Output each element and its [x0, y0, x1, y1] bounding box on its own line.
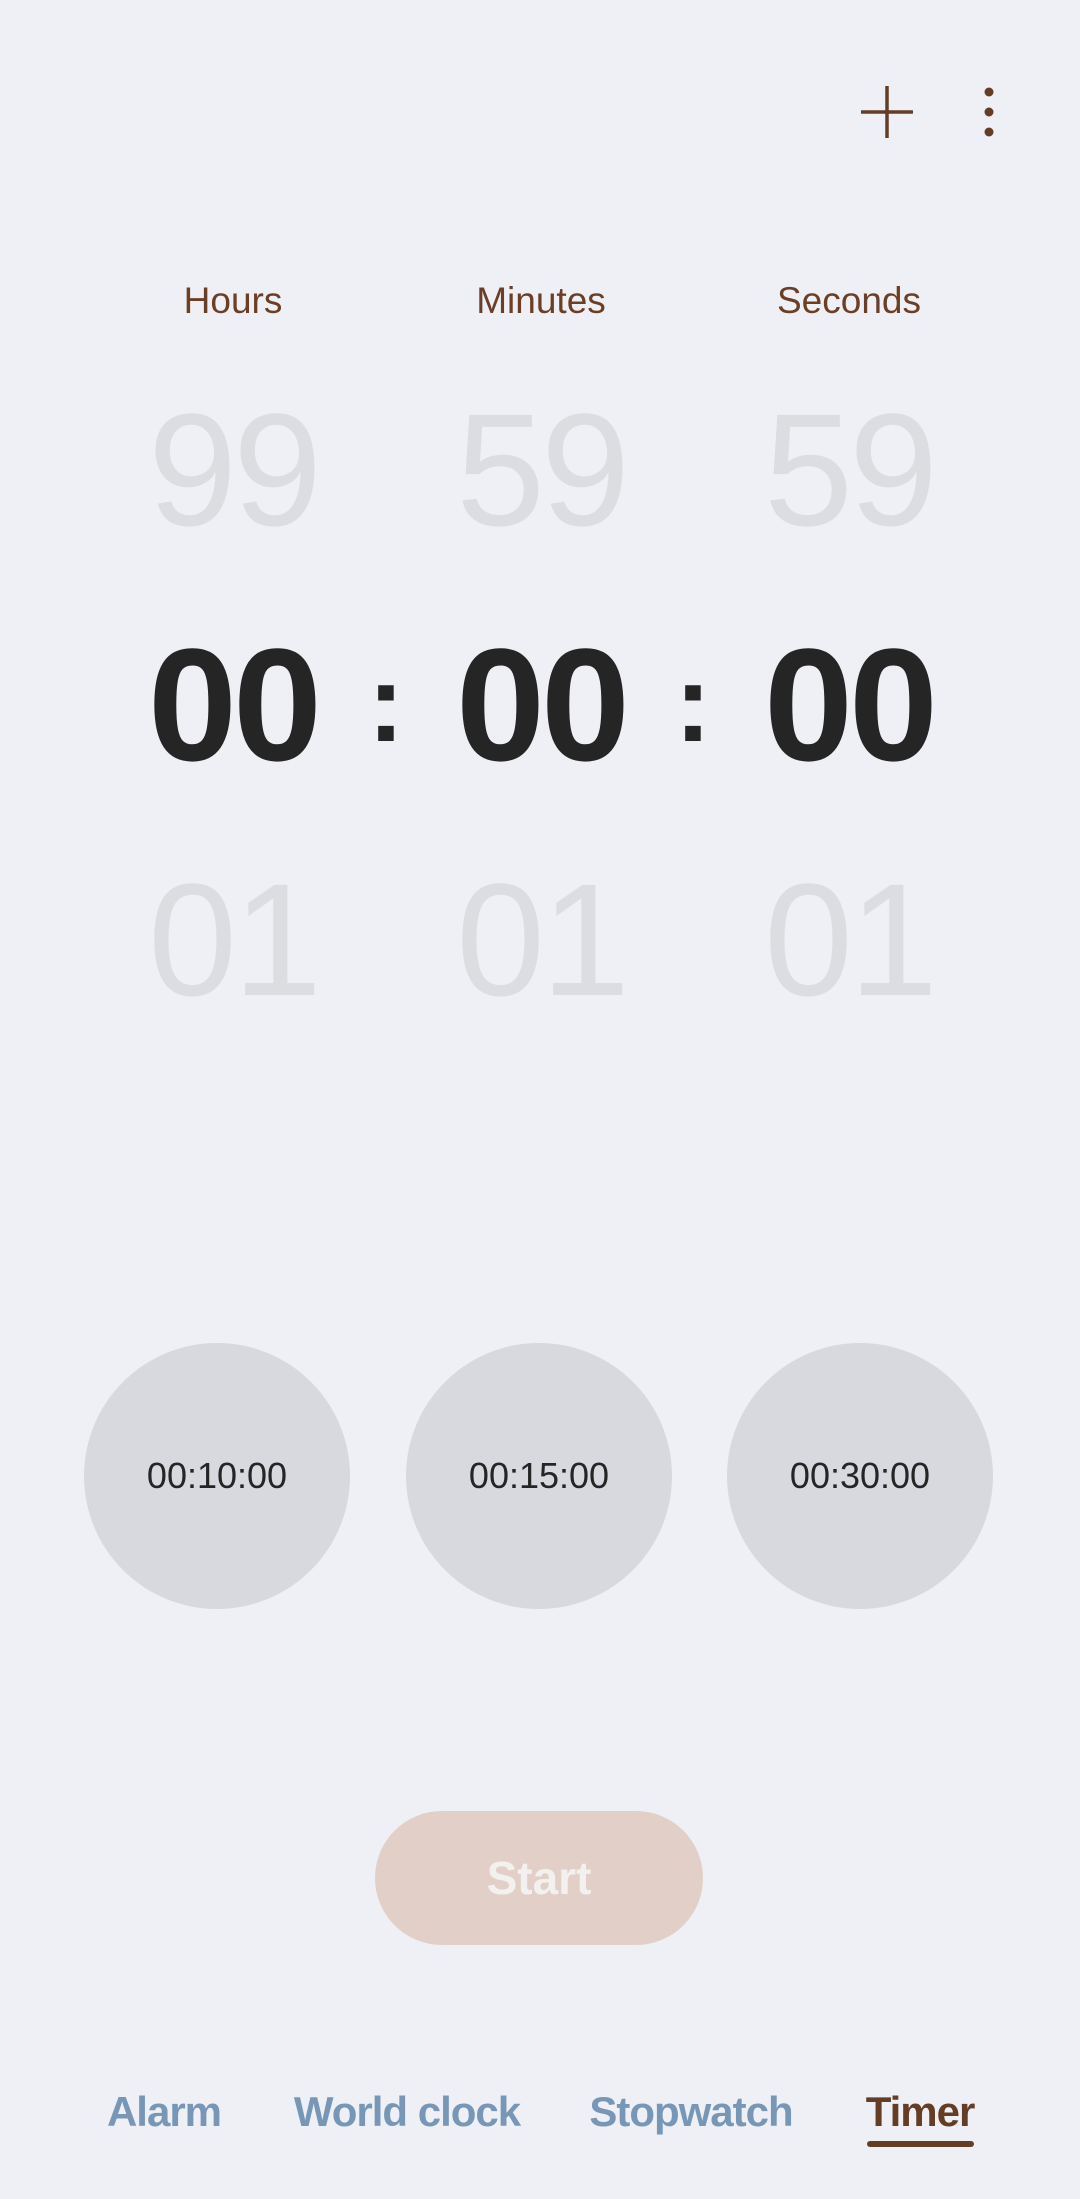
- hours-label: Hours: [183, 280, 283, 321]
- tab-world-clock[interactable]: World clock: [294, 2088, 521, 2136]
- minutes-label: Minutes: [476, 280, 606, 321]
- preset-timer-button[interactable]: 00:15:00: [406, 1343, 672, 1609]
- separator: :: [674, 642, 712, 765]
- start-button[interactable]: Start: [375, 1811, 703, 1945]
- seconds-previous[interactable]: 59: [739, 390, 959, 550]
- seconds-label: Seconds: [777, 280, 921, 321]
- minutes-previous[interactable]: 59: [431, 390, 651, 550]
- hours-previous[interactable]: 99: [123, 390, 343, 550]
- minutes-next[interactable]: 01: [431, 860, 651, 1020]
- more-vertical-icon: [984, 87, 994, 137]
- tab-alarm[interactable]: Alarm: [107, 2088, 222, 2136]
- minutes-picker[interactable]: 00: [431, 625, 651, 785]
- plus-icon: [861, 86, 913, 138]
- more-options-button[interactable]: [949, 72, 1029, 152]
- preset-timer-button[interactable]: 00:30:00: [727, 1343, 993, 1609]
- tab-timer[interactable]: Timer: [866, 2088, 976, 2136]
- add-preset-button[interactable]: [847, 72, 927, 152]
- hours-picker[interactable]: 00: [123, 625, 343, 785]
- seconds-next[interactable]: 01: [739, 860, 959, 1020]
- active-tab-indicator: [867, 2141, 974, 2147]
- tab-stopwatch[interactable]: Stopwatch: [589, 2088, 793, 2136]
- seconds-picker[interactable]: 00: [739, 625, 959, 785]
- hours-next[interactable]: 01: [123, 860, 343, 1020]
- separator: :: [367, 642, 405, 765]
- preset-timer-button[interactable]: 00:10:00: [84, 1343, 350, 1609]
